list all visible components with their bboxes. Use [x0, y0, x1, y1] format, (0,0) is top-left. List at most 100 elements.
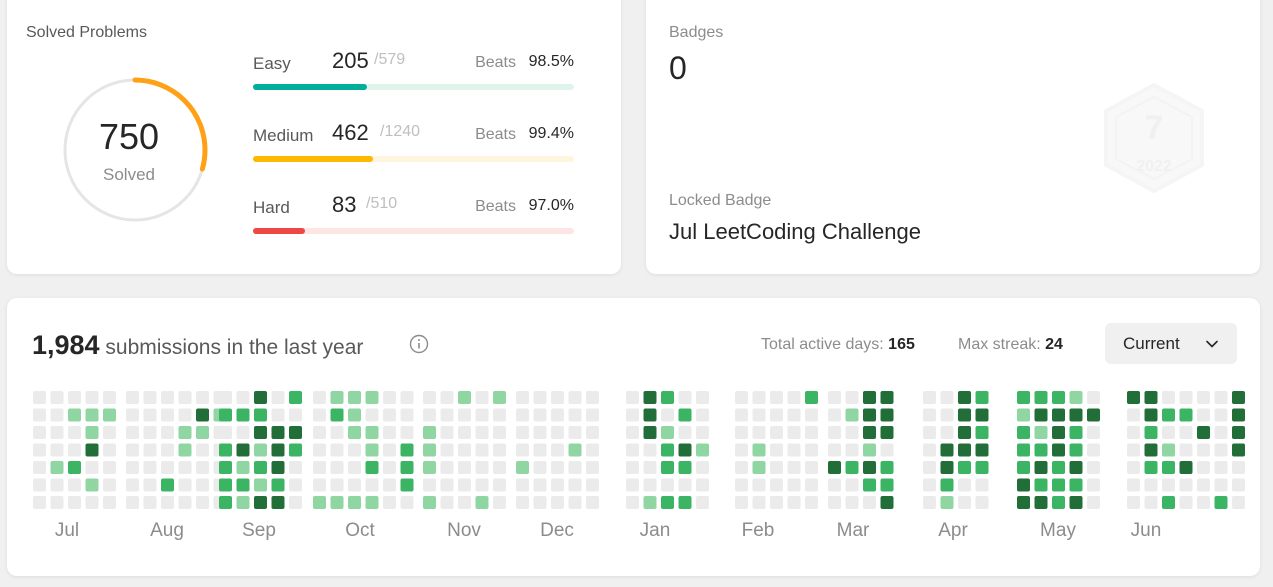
heatmap-day-cell[interactable]: [661, 496, 674, 509]
heatmap-day-cell[interactable]: [533, 478, 547, 492]
heatmap-day-cell[interactable]: [845, 443, 859, 457]
heatmap-day-cell[interactable]: [33, 391, 46, 404]
heatmap-day-cell[interactable]: [923, 408, 936, 422]
heatmap-day-cell[interactable]: [236, 391, 250, 404]
heatmap-day-cell[interactable]: [752, 461, 766, 474]
heatmap-day-cell[interactable]: [678, 496, 692, 509]
heatmap-day-cell[interactable]: [940, 496, 954, 509]
heatmap-day-cell[interactable]: [975, 426, 989, 439]
heatmap-day-cell[interactable]: [805, 408, 818, 422]
heatmap-day-cell[interactable]: [696, 426, 709, 439]
heatmap-day-cell[interactable]: [923, 426, 936, 439]
heatmap-day-cell[interactable]: [696, 408, 709, 422]
heatmap-day-cell[interactable]: [161, 461, 174, 474]
heatmap-day-cell[interactable]: [1214, 478, 1228, 492]
heatmap-day-cell[interactable]: [440, 391, 454, 404]
heatmap-day-cell[interactable]: [787, 461, 801, 474]
heatmap-day-cell[interactable]: [1052, 461, 1065, 474]
heatmap-day-cell[interactable]: [400, 408, 414, 422]
heatmap-day-cell[interactable]: [383, 461, 396, 474]
heatmap-day-cell[interactable]: [33, 426, 46, 439]
heatmap-day-cell[interactable]: [68, 496, 81, 509]
heatmap-day-cell[interactable]: [1052, 478, 1065, 492]
heatmap-day-cell[interactable]: [1232, 426, 1245, 439]
heatmap-day-cell[interactable]: [958, 461, 971, 474]
heatmap-day-cell[interactable]: [1069, 496, 1083, 509]
heatmap-day-cell[interactable]: [1017, 408, 1030, 422]
heatmap-day-cell[interactable]: [1179, 496, 1193, 509]
heatmap-day-cell[interactable]: [1017, 443, 1030, 457]
heatmap-day-cell[interactable]: [236, 426, 250, 439]
heatmap-day-cell[interactable]: [383, 478, 396, 492]
heatmap-day-cell[interactable]: [1214, 391, 1228, 404]
heatmap-day-cell[interactable]: [787, 496, 801, 509]
heatmap-day-cell[interactable]: [586, 391, 599, 404]
heatmap-day-cell[interactable]: [440, 496, 454, 509]
heatmap-day-cell[interactable]: [196, 408, 209, 422]
heatmap-day-cell[interactable]: [828, 391, 841, 404]
heatmap-day-cell[interactable]: [1162, 478, 1175, 492]
heatmap-day-cell[interactable]: [313, 443, 326, 457]
heatmap-day-cell[interactable]: [1162, 408, 1175, 422]
heatmap-day-cell[interactable]: [1179, 443, 1193, 457]
heatmap-day-cell[interactable]: [1087, 496, 1100, 509]
heatmap-day-cell[interactable]: [383, 426, 396, 439]
heatmap-day-cell[interactable]: [770, 426, 783, 439]
heatmap-day-cell[interactable]: [219, 426, 232, 439]
heatmap-day-cell[interactable]: [533, 426, 547, 439]
heatmap-day-cell[interactable]: [586, 478, 599, 492]
heatmap-day-cell[interactable]: [1162, 461, 1175, 474]
heatmap-day-cell[interactable]: [1034, 461, 1048, 474]
heatmap-day-cell[interactable]: [880, 408, 894, 422]
heatmap-day-cell[interactable]: [254, 478, 267, 492]
heatmap-day-cell[interactable]: [85, 426, 99, 439]
heatmap-day-cell[interactable]: [626, 478, 639, 492]
heatmap-day-cell[interactable]: [458, 391, 471, 404]
heatmap-day-cell[interactable]: [940, 391, 954, 404]
heatmap-day-cell[interactable]: [219, 391, 232, 404]
heatmap-day-cell[interactable]: [85, 496, 99, 509]
heatmap-day-cell[interactable]: [178, 461, 192, 474]
heatmap-day-cell[interactable]: [126, 496, 139, 509]
heatmap-day-cell[interactable]: [678, 408, 692, 422]
heatmap-day-cell[interactable]: [828, 426, 841, 439]
heatmap-day-cell[interactable]: [568, 443, 582, 457]
heatmap-day-cell[interactable]: [178, 391, 192, 404]
heatmap-day-cell[interactable]: [940, 426, 954, 439]
heatmap-day-cell[interactable]: [330, 443, 344, 457]
heatmap-day-cell[interactable]: [1197, 461, 1210, 474]
heatmap-day-cell[interactable]: [196, 443, 209, 457]
heatmap-day-cell[interactable]: [383, 443, 396, 457]
heatmap-day-cell[interactable]: [493, 461, 506, 474]
heatmap-day-cell[interactable]: [236, 478, 250, 492]
heatmap-day-cell[interactable]: [103, 408, 116, 422]
heatmap-day-cell[interactable]: [940, 478, 954, 492]
heatmap-day-cell[interactable]: [383, 496, 396, 509]
heatmap-day-cell[interactable]: [50, 391, 64, 404]
heatmap-day-cell[interactable]: [1087, 426, 1100, 439]
heatmap-day-cell[interactable]: [533, 443, 547, 457]
heatmap-day-cell[interactable]: [787, 426, 801, 439]
heatmap-day-cell[interactable]: [219, 478, 232, 492]
heatmap-day-cell[interactable]: [289, 426, 302, 439]
heatmap-day-cell[interactable]: [752, 408, 766, 422]
heatmap-day-cell[interactable]: [440, 408, 454, 422]
heatmap-day-cell[interactable]: [845, 391, 859, 404]
heatmap-day-cell[interactable]: [103, 496, 116, 509]
heatmap-day-cell[interactable]: [845, 426, 859, 439]
heatmap-day-cell[interactable]: [85, 478, 99, 492]
heatmap-day-cell[interactable]: [696, 391, 709, 404]
heatmap-day-cell[interactable]: [161, 426, 174, 439]
heatmap-day-cell[interactable]: [1144, 426, 1158, 439]
heatmap-day-cell[interactable]: [568, 408, 582, 422]
heatmap-day-cell[interactable]: [254, 496, 267, 509]
heatmap-day-cell[interactable]: [1034, 496, 1048, 509]
heatmap-day-cell[interactable]: [330, 426, 344, 439]
heatmap-day-cell[interactable]: [400, 478, 414, 492]
heatmap-day-cell[interactable]: [770, 461, 783, 474]
heatmap-day-cell[interactable]: [863, 426, 876, 439]
heatmap-day-cell[interactable]: [423, 391, 436, 404]
heatmap-day-cell[interactable]: [678, 391, 692, 404]
heatmap-day-cell[interactable]: [423, 408, 436, 422]
heatmap-day-cell[interactable]: [50, 426, 64, 439]
